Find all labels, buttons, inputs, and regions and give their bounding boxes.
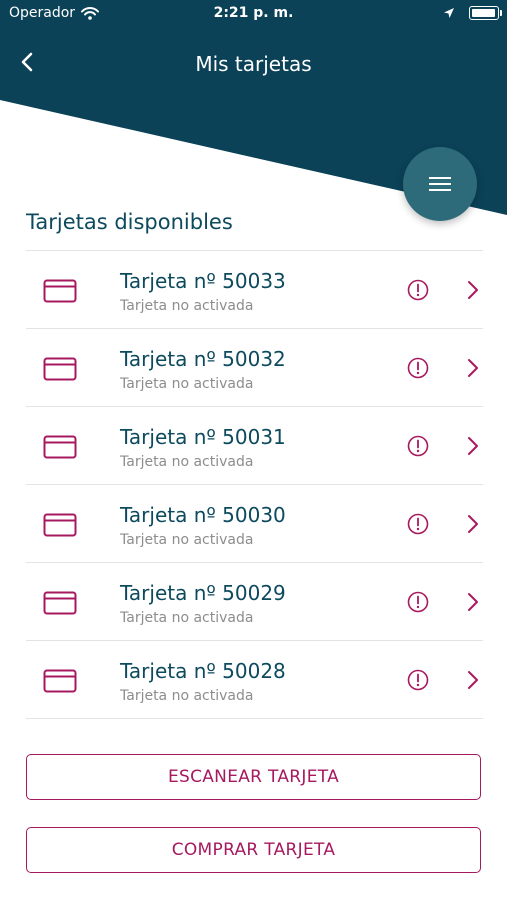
exclamation-circle-icon[interactable] bbox=[407, 357, 429, 379]
card-status: Tarjeta no activada bbox=[120, 376, 254, 392]
credit-card-icon bbox=[43, 279, 77, 303]
card-list-item[interactable]: Tarjeta nº 50032 Tarjeta no activada bbox=[26, 329, 483, 407]
chevron-right-icon bbox=[468, 593, 478, 611]
exclamation-circle-icon[interactable] bbox=[407, 513, 429, 535]
card-list-item[interactable]: Tarjeta nº 50033 Tarjeta no activada bbox=[26, 251, 483, 329]
exclamation-circle-icon[interactable] bbox=[407, 279, 429, 301]
card-name: Tarjeta nº 50029 bbox=[120, 581, 286, 605]
card-name: Tarjeta nº 50033 bbox=[120, 269, 286, 293]
card-name: Tarjeta nº 50031 bbox=[120, 425, 286, 449]
card-list-item[interactable]: Tarjeta nº 50029 Tarjeta no activada bbox=[26, 563, 483, 641]
exclamation-circle-icon[interactable] bbox=[407, 669, 429, 691]
card-status: Tarjeta no activada bbox=[120, 610, 254, 626]
chevron-right-icon bbox=[468, 359, 478, 377]
card-status: Tarjeta no activada bbox=[120, 454, 254, 470]
menu-button[interactable] bbox=[403, 147, 477, 221]
chevron-right-icon bbox=[468, 671, 478, 689]
card-name: Tarjeta nº 50032 bbox=[120, 347, 286, 371]
status-right bbox=[443, 6, 502, 20]
location-arrow-icon bbox=[444, 8, 454, 18]
card-name: Tarjeta nº 50028 bbox=[120, 659, 286, 683]
scan-card-button[interactable]: ESCANEAR TARJETA bbox=[26, 754, 481, 800]
card-status: Tarjeta no activada bbox=[120, 688, 254, 704]
buy-card-button[interactable]: COMPRAR TARJETA bbox=[26, 827, 481, 873]
chevron-right-icon bbox=[468, 281, 478, 299]
card-status: Tarjeta no activada bbox=[120, 298, 254, 314]
exclamation-circle-icon[interactable] bbox=[407, 591, 429, 613]
card-name: Tarjeta nº 50030 bbox=[120, 503, 286, 527]
status-time: 2:21 p. m. bbox=[213, 5, 294, 21]
credit-card-icon bbox=[43, 513, 77, 537]
chevron-right-icon bbox=[468, 515, 478, 533]
status-bar: Operador 2:21 p. m. bbox=[0, 0, 507, 28]
credit-card-icon bbox=[43, 435, 77, 459]
hamburger-menu-icon bbox=[429, 177, 451, 191]
credit-card-icon bbox=[43, 357, 77, 381]
exclamation-circle-icon[interactable] bbox=[407, 435, 429, 457]
section-title: Tarjetas disponibles bbox=[26, 210, 233, 234]
card-list-item[interactable]: Tarjeta nº 50031 Tarjeta no activada bbox=[26, 407, 483, 485]
chevron-right-icon bbox=[468, 437, 478, 455]
page-title: Mis tarjetas bbox=[195, 52, 312, 76]
battery-icon bbox=[469, 6, 502, 20]
card-list-item[interactable]: Tarjeta nº 50028 Tarjeta no activada bbox=[26, 641, 483, 719]
card-status: Tarjeta no activada bbox=[120, 532, 254, 548]
card-list-item[interactable]: Tarjeta nº 50030 Tarjeta no activada bbox=[26, 485, 483, 563]
card-list: Tarjeta nº 50033 Tarjeta no activada Tar… bbox=[26, 250, 483, 719]
credit-card-icon bbox=[43, 591, 77, 615]
credit-card-icon bbox=[43, 669, 77, 693]
